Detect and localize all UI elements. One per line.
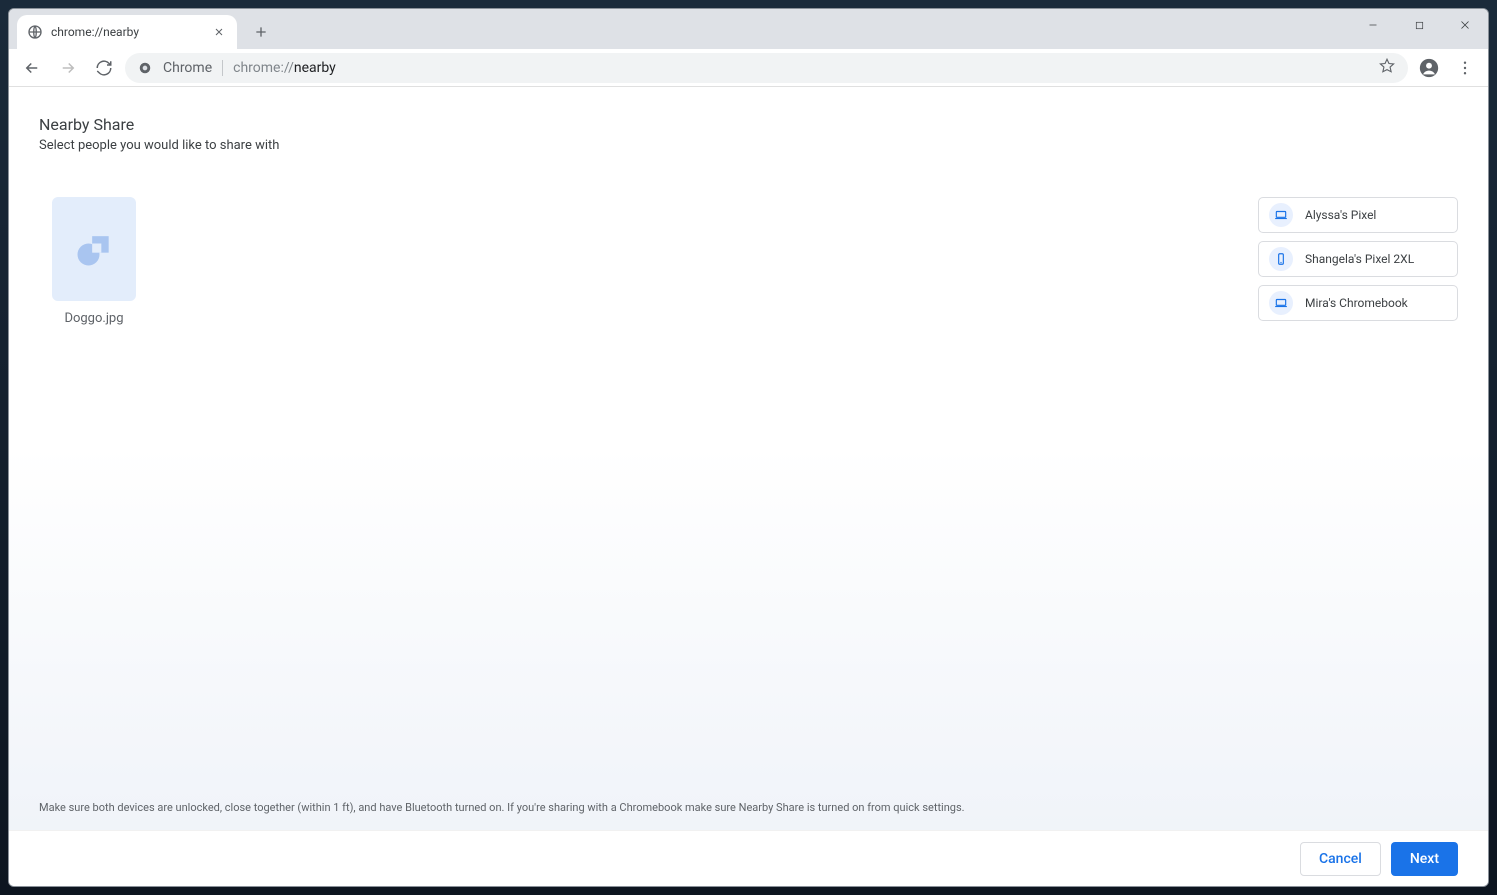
close-window-button[interactable] bbox=[1442, 9, 1488, 41]
file-name: Doggo.jpg bbox=[39, 311, 149, 326]
tab-strip: chrome://nearby bbox=[9, 9, 1488, 49]
cancel-button[interactable]: Cancel bbox=[1300, 842, 1381, 876]
omnibox-url: chrome://nearby bbox=[233, 60, 336, 76]
browser-tab[interactable]: chrome://nearby bbox=[17, 15, 237, 49]
window-controls bbox=[1350, 9, 1488, 41]
file-preview: Doggo.jpg bbox=[39, 197, 149, 801]
maximize-button[interactable] bbox=[1396, 9, 1442, 41]
page-subtitle: Select people you would like to share wi… bbox=[39, 138, 1458, 153]
page-title: Nearby Share bbox=[39, 115, 1458, 134]
globe-icon bbox=[27, 24, 43, 40]
dialog-footer: Cancel Next bbox=[9, 830, 1488, 886]
next-button[interactable]: Next bbox=[1391, 842, 1458, 876]
device-list: Alyssa's Pixel Shangela's Pixel 2XL Mira… bbox=[1258, 197, 1458, 801]
address-bar[interactable]: Chrome chrome://nearby bbox=[125, 53, 1408, 83]
device-option[interactable]: Shangela's Pixel 2XL bbox=[1258, 241, 1458, 277]
menu-button[interactable] bbox=[1450, 53, 1480, 83]
nearby-share-page: Nearby Share Select people you would lik… bbox=[9, 87, 1488, 830]
profile-avatar-button[interactable] bbox=[1414, 53, 1444, 83]
device-label: Shangela's Pixel 2XL bbox=[1305, 252, 1414, 266]
laptop-icon bbox=[1269, 291, 1293, 315]
browser-window: chrome://nearby bbox=[8, 8, 1489, 887]
omnibox-separator bbox=[222, 60, 223, 76]
minimize-button[interactable] bbox=[1350, 9, 1396, 41]
laptop-icon bbox=[1269, 203, 1293, 227]
file-thumbnail bbox=[52, 197, 136, 301]
back-button[interactable] bbox=[17, 53, 47, 83]
site-info-icon[interactable] bbox=[137, 60, 153, 76]
device-option[interactable]: Alyssa's Pixel bbox=[1258, 197, 1458, 233]
device-label: Mira's Chromebook bbox=[1305, 296, 1408, 310]
bookmark-star-icon[interactable] bbox=[1378, 57, 1396, 79]
new-tab-button[interactable] bbox=[247, 18, 275, 46]
phone-icon bbox=[1269, 247, 1293, 271]
helper-text: Make sure both devices are unlocked, clo… bbox=[39, 801, 1458, 830]
device-label: Alyssa's Pixel bbox=[1305, 208, 1376, 222]
tab-title: chrome://nearby bbox=[51, 25, 203, 39]
reload-button[interactable] bbox=[89, 53, 119, 83]
omnibox-chrome-label: Chrome bbox=[163, 60, 212, 76]
page-content: Nearby Share Select people you would lik… bbox=[9, 87, 1488, 886]
forward-button[interactable] bbox=[53, 53, 83, 83]
close-tab-icon[interactable] bbox=[211, 24, 227, 40]
toolbar: Chrome chrome://nearby bbox=[9, 49, 1488, 87]
device-option[interactable]: Mira's Chromebook bbox=[1258, 285, 1458, 321]
